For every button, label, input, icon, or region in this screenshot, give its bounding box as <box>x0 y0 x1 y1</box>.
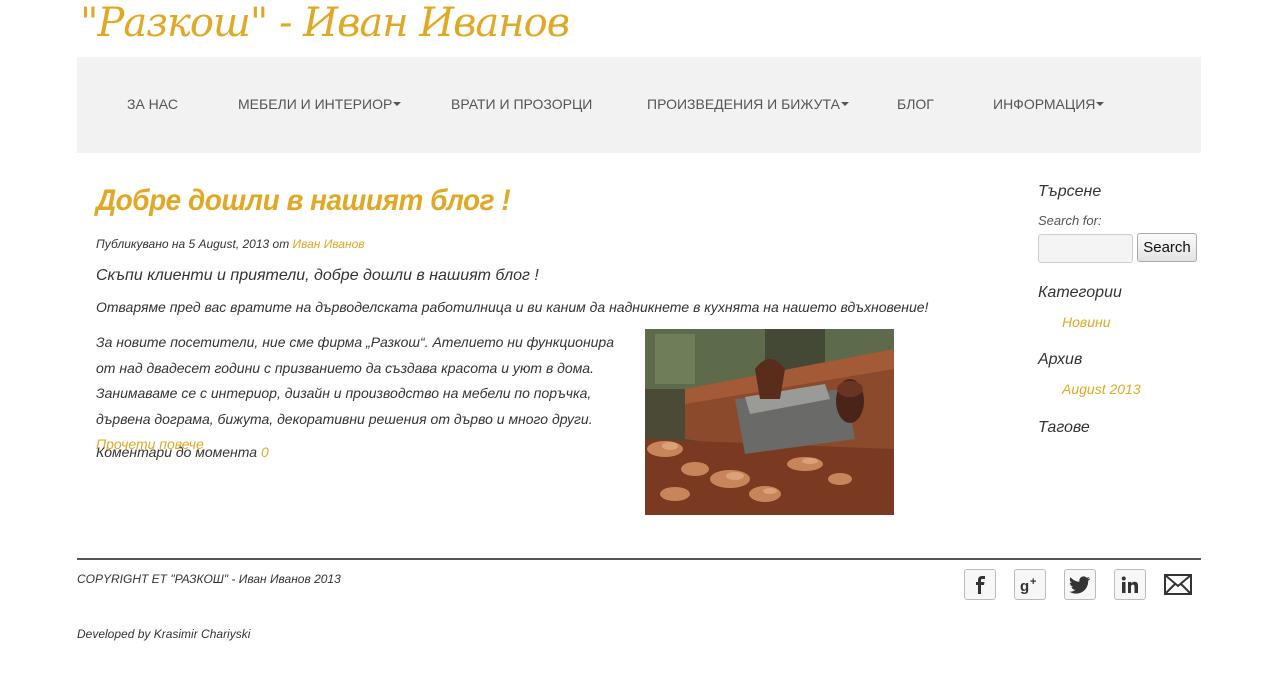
nav-item-label: МЕБЕЛИ И ИНТЕРИОР <box>238 96 393 112</box>
search-label: Search for: <box>1038 213 1102 228</box>
caret-down-icon <box>1096 101 1105 106</box>
nav-item-information[interactable]: ИНФОРМАЦИЯ <box>993 96 1105 112</box>
archive-link[interactable]: August 2013 <box>1062 381 1141 397</box>
post-image[interactable] <box>645 329 894 515</box>
search-widget-title: Търсене <box>1038 183 1102 200</box>
nav-item-label: ПРОИЗВЕДЕНИЯ И БИЖУТА <box>647 96 840 112</box>
nav-item-label: ЗА НАС <box>127 96 178 112</box>
tags-widget-title: Тагове <box>1038 419 1090 436</box>
caret-down-icon <box>393 101 402 106</box>
nav-item-works-jewelry[interactable]: ПРОИЗВЕДЕНИЯ И БИЖУТА <box>647 96 849 112</box>
mail-icon[interactable] <box>1164 574 1192 595</box>
post-meta: Публикувано на 5 August, 2013 от Иван Ив… <box>96 237 365 251</box>
svg-text:+: + <box>1030 576 1036 588</box>
nav-item-label: БЛОГ <box>897 96 934 112</box>
twitter-icon[interactable] <box>1064 569 1096 600</box>
copyright-text: COPYRIGHT ЕТ "РАЗКОШ" - Иван Иванов 2013 <box>77 572 341 586</box>
nav-item-label: ВРАТИ И ПРОЗОРЦИ <box>451 96 593 112</box>
comments-link[interactable]: 0 <box>261 444 269 460</box>
archive-widget-title: Архив <box>1038 351 1083 368</box>
category-link[interactable]: Новини <box>1062 314 1110 330</box>
categories-widget-title: Категории <box>1038 284 1122 301</box>
post-title[interactable]: Добре дошли в нашият блог ! <box>96 184 511 218</box>
post-excerpt-text: За новите посетители, ние сме фирма „Раз… <box>96 334 615 427</box>
developer-credit: Developed by Krasimir Chariyski <box>77 627 251 641</box>
comments-label: Коментари до момента <box>96 444 258 460</box>
post-paragraph: Отваряме пред вас вратите на дърводелска… <box>96 299 929 315</box>
nav-item-blog[interactable]: БЛОГ <box>897 96 934 112</box>
footer-divider <box>77 558 1201 560</box>
google-plus-icon[interactable]: g + <box>1014 569 1046 600</box>
nav-item-label: ИНФОРМАЦИЯ <box>993 96 1096 112</box>
linkedin-icon[interactable] <box>1114 569 1146 600</box>
nav-item-furniture[interactable]: МЕБЕЛИ И ИНТЕРИОР <box>238 96 402 112</box>
facebook-icon[interactable] <box>964 569 996 600</box>
svg-text:g: g <box>1020 578 1029 594</box>
caret-down-icon <box>840 101 849 106</box>
post-meta-prefix: Публикувано на 5 August, 2013 от <box>96 237 293 251</box>
main-navbar: ЗА НАС МЕБЕЛИ И ИНТЕРИОР ВРАТИ И ПРОЗОРЦ… <box>77 57 1201 153</box>
comments-count: Коментари до момента 0 <box>96 444 269 460</box>
search-input[interactable] <box>1038 234 1133 263</box>
nav-item-about[interactable]: ЗА НАС <box>127 96 178 112</box>
post-excerpt: За новите посетители, ние сме фирма „Раз… <box>96 330 616 458</box>
post-lead: Скъпи клиенти и приятели, добре дошли в … <box>96 267 539 284</box>
post-author-link[interactable]: Иван Иванов <box>293 237 365 251</box>
woodworking-plane-photo <box>645 329 894 515</box>
nav-item-doors-windows[interactable]: ВРАТИ И ПРОЗОРЦИ <box>451 96 592 112</box>
search-button[interactable]: Search <box>1137 233 1197 262</box>
site-logo[interactable]: "Разкош" - Иван Иванов <box>80 0 570 46</box>
